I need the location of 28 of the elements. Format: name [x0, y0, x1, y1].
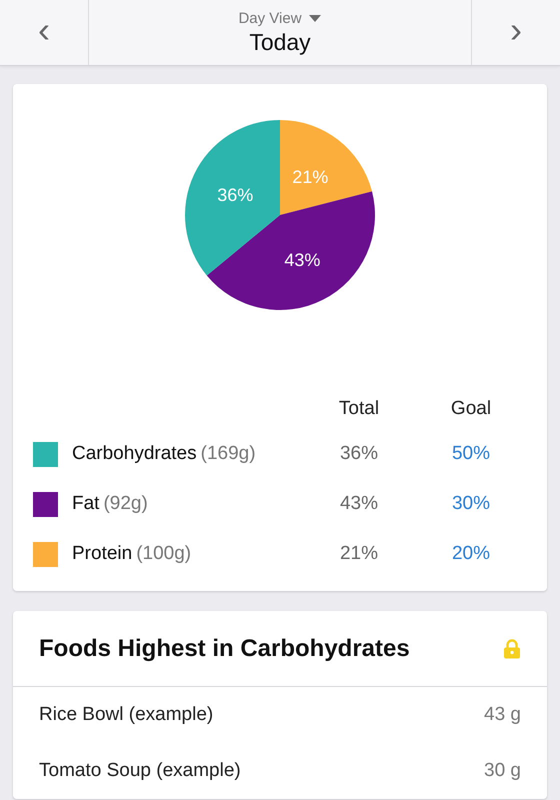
- goal-percent[interactable]: 50%: [415, 443, 527, 465]
- column-header: Total: [338, 398, 380, 420]
- macro-name: Carbohydrates: [72, 443, 197, 465]
- next-day-button[interactable]: ›: [472, 0, 560, 65]
- macro-amount: (169g): [200, 443, 256, 465]
- slice-label: 43%: [284, 250, 320, 270]
- caret-icon: [308, 14, 322, 22]
- total-percent: 21%: [338, 543, 380, 565]
- slice-label: 21%: [292, 166, 328, 187]
- macro-name: Fat: [72, 493, 100, 515]
- slice-label: 36%: [217, 184, 254, 205]
- lock-icon[interactable]: [503, 638, 521, 658]
- food-name: Tomato Soup (example): [39, 760, 241, 782]
- food-name: Rice Bowl (example): [39, 704, 214, 726]
- card-title: Foods Highest in Carbohydrates: [39, 634, 410, 662]
- total-percent: 43%: [338, 493, 380, 515]
- food-amount: 43 g: [484, 704, 521, 726]
- date-title: Today: [249, 28, 311, 56]
- macro-amount: (100g): [136, 543, 192, 565]
- macro-amount: (92g): [103, 493, 148, 515]
- view-selector[interactable]: Day View: [238, 10, 302, 26]
- previous-day-button[interactable]: ‹: [0, 0, 88, 65]
- total-percent: 36%: [338, 443, 380, 465]
- food-amount: 30 g: [484, 760, 521, 782]
- column-header: Goal: [450, 398, 492, 420]
- goal-percent[interactable]: 30%: [415, 493, 527, 515]
- macro-name: Protein: [72, 543, 132, 565]
- goal-percent[interactable]: 20%: [415, 543, 527, 565]
